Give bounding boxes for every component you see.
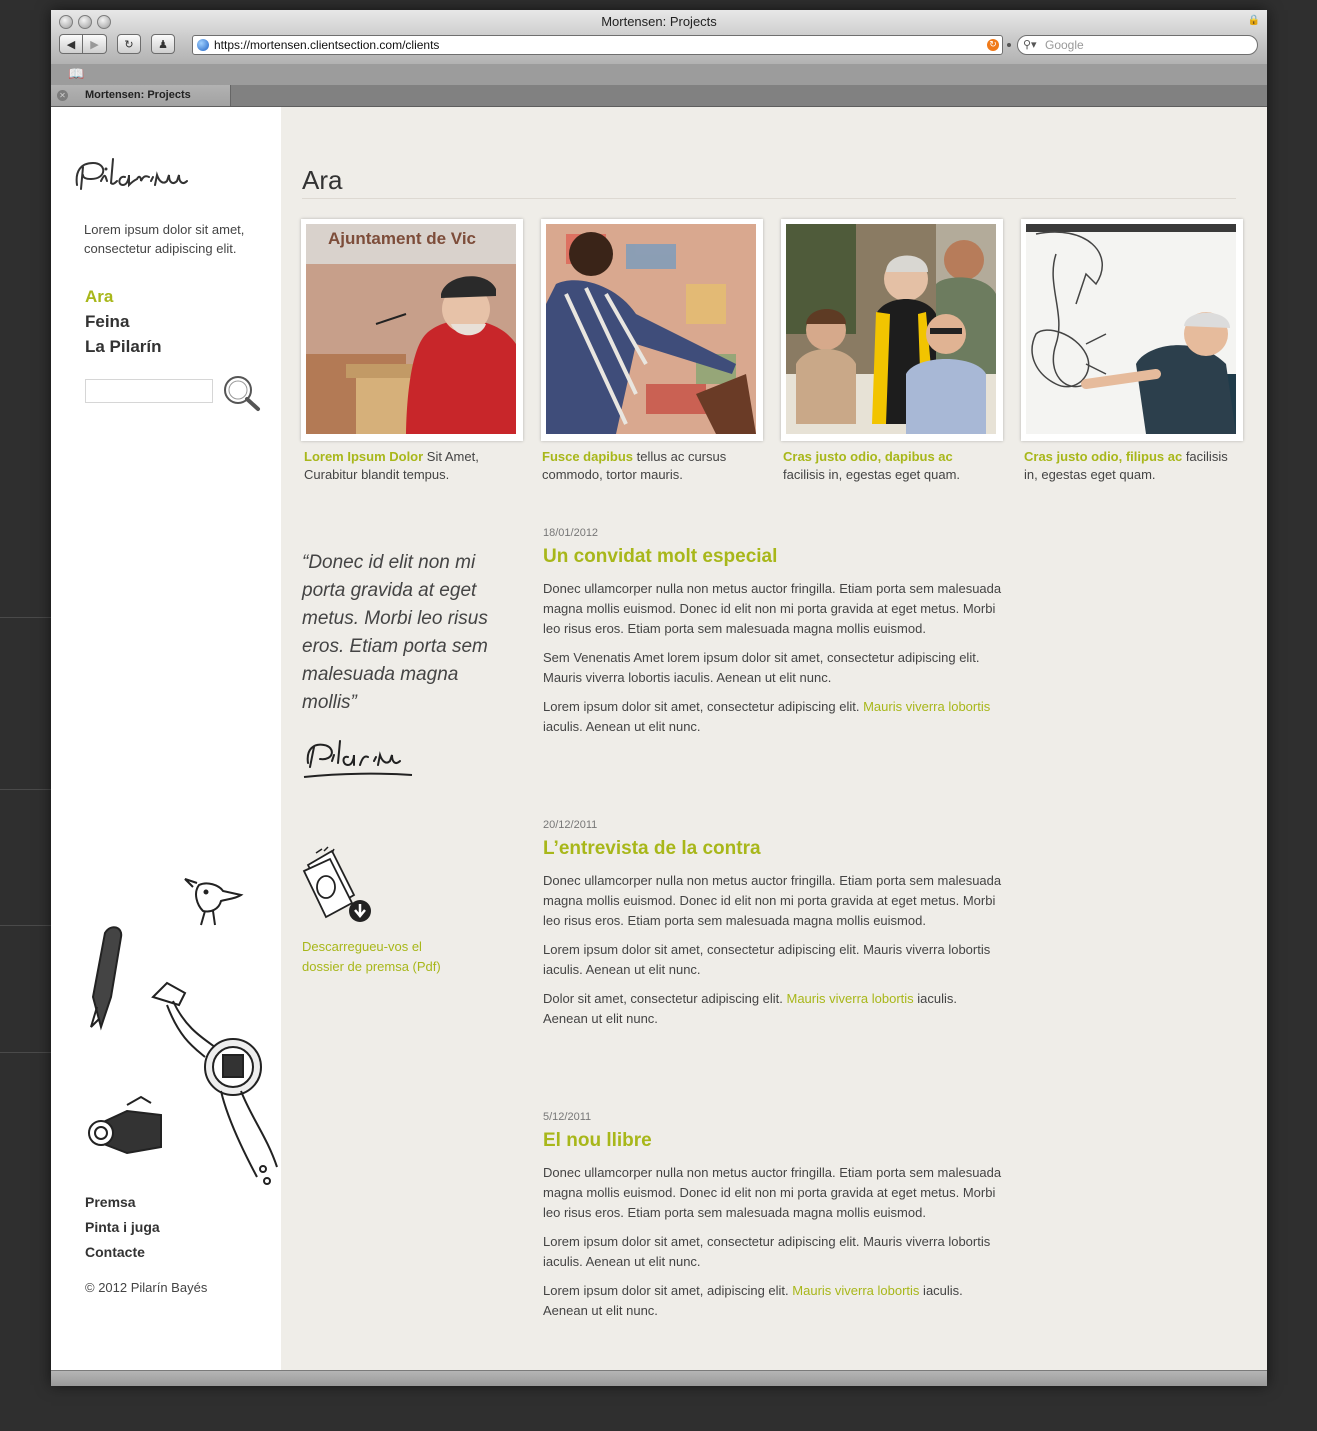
forward-button[interactable]: ▶: [83, 34, 107, 54]
sidebar: Lorem ipsum dolor sit amet, consectetur …: [51, 107, 281, 1370]
gallery-item-3[interactable]: [781, 219, 1003, 441]
photo-drawing[interactable]: [1026, 224, 1236, 434]
post-text: iaculis. Aenean ut elit nunc.: [543, 719, 701, 734]
tab-close-icon[interactable]: ✕: [57, 90, 68, 101]
post-paragraph: Lorem ipsum dolor sit amet, adipiscing e…: [543, 1281, 1003, 1321]
post-2: 20/12/2011 L’entrevista de la contra Don…: [543, 819, 1003, 1038]
back-icon: ◀: [66, 37, 76, 51]
main-nav: Ara Feina La Pilarín: [85, 284, 162, 359]
book-download-icon[interactable]: [302, 845, 377, 930]
gallery-item-1[interactable]: Ajuntament de Vic: [301, 219, 523, 441]
post-link[interactable]: Mauris viverra lobortis: [792, 1283, 919, 1298]
post-1: 18/01/2012 Un convidat molt especial Don…: [543, 527, 1003, 746]
gallery-caption-3: Cras justo odio, dapibus ac facilisis in…: [783, 448, 993, 484]
copyright: © 2012 Pilarín Bayés: [85, 1280, 208, 1295]
tab-bar: ✕ Mortensen: Projects: [51, 85, 1267, 107]
post-date: 20/12/2011: [543, 819, 598, 831]
browser-window: Mortensen: Projects 🔒 ◀ ▶ ↻ ♟ https://mo…: [51, 10, 1267, 1386]
reload-button[interactable]: ↻: [117, 34, 141, 54]
photo-speaker[interactable]: Ajuntament de Vic: [306, 224, 516, 434]
post-text: Dolor sit amet, consectetur adipiscing e…: [543, 991, 787, 1006]
resize-handle[interactable]: [1007, 43, 1011, 47]
bookmarks-bar: 📖: [51, 64, 1267, 86]
gallery-caption-4: Cras justo odio, filipus ac facilisis in…: [1024, 448, 1234, 484]
url-text[interactable]: https://mortensen.clientsection.com/clie…: [214, 38, 439, 52]
footer-item-pinta-i-juga[interactable]: Pinta i juga: [85, 1215, 160, 1240]
post-date: 5/12/2011: [543, 1111, 592, 1123]
forward-icon: ▶: [90, 37, 99, 51]
rss-icon[interactable]: ↻: [987, 39, 999, 51]
title-divider: [302, 198, 1236, 199]
post-title[interactable]: L’entrevista de la contra: [543, 838, 1003, 860]
reload-icon: ↻: [124, 37, 134, 51]
globe-icon: [197, 39, 209, 51]
address-bar[interactable]: https://mortensen.clientsection.com/clie…: [192, 35, 1003, 55]
magnifier-icon[interactable]: [220, 372, 265, 417]
nav-item-feina[interactable]: Feina: [85, 309, 162, 334]
gallery-caption-2-link[interactable]: Fusce dapibus: [542, 449, 633, 464]
photo-speaker-image: Ajuntament de Vic: [306, 224, 516, 434]
site-logo[interactable]: [71, 151, 216, 199]
post-paragraph: Lorem ipsum dolor sit amet, consectetur …: [543, 1234, 991, 1269]
post-paragraph: Donec ullamcorper nulla non metus auctor…: [543, 873, 1002, 928]
page-content: Lorem ipsum dolor sit amet, consectetur …: [51, 107, 1267, 1370]
window-title: Mortensen: Projects: [601, 14, 717, 29]
post-paragraph: Dolor sit amet, consectetur adipiscing e…: [543, 989, 1003, 1029]
tab-label: Mortensen: Projects: [85, 89, 191, 101]
photo-group-image: [786, 224, 996, 434]
photo-group[interactable]: [786, 224, 996, 434]
post-title[interactable]: Un convidat molt especial: [543, 546, 1003, 568]
post-date: 18/01/2012: [543, 527, 599, 539]
post-text: Lorem ipsum dolor sit amet, consectetur …: [543, 699, 864, 714]
main-content: Ara Ajuntament de Vic Lorem Ipsum Dolor …: [281, 107, 1267, 1370]
gallery-item-2[interactable]: [541, 219, 763, 441]
search-icon[interactable]: ⚲▾: [1023, 38, 1037, 51]
bookmarks-icon[interactable]: 📖: [68, 67, 84, 82]
post-paragraph: Lorem ipsum dolor sit amet, consectetur …: [543, 942, 991, 977]
gallery-caption-2: Fusce dapibus tellus ac cursus commodo, …: [542, 448, 752, 484]
back-button[interactable]: ◀: [59, 34, 83, 54]
post-text: Lorem ipsum dolor sit amet, adipiscing e…: [543, 1283, 793, 1298]
nav-item-la-pilarin[interactable]: La Pilarín: [85, 334, 162, 359]
photo-child-painting[interactable]: [546, 224, 756, 434]
photo-speaker-sign: Ajuntament de Vic: [328, 229, 476, 248]
footer-item-premsa[interactable]: Premsa: [85, 1190, 160, 1215]
gallery-caption-1-link[interactable]: Lorem Ipsum Dolor: [304, 449, 423, 464]
gallery-caption-3-link[interactable]: Cras justo odio, dapibus ac: [783, 449, 953, 464]
status-bar: [51, 1370, 1267, 1386]
lock-icon: 🔒: [1247, 15, 1260, 26]
post-title[interactable]: El nou llibre: [543, 1130, 1003, 1152]
gallery-item-4[interactable]: [1021, 219, 1243, 441]
site-search-input[interactable]: [85, 379, 213, 403]
gallery-caption-3-text: facilisis in, egestas eget quam.: [783, 467, 961, 482]
post-paragraph: Sem Venenatis Amet lorem ipsum dolor sit…: [543, 650, 980, 685]
footer-item-contacte[interactable]: Contacte: [85, 1240, 160, 1265]
post-link[interactable]: Mauris viverra lobortis: [863, 699, 990, 714]
home-button[interactable]: ♟: [151, 34, 175, 54]
home-icon: ♟: [158, 37, 168, 51]
tab-active[interactable]: ✕ Mortensen: Projects: [51, 85, 231, 106]
footer-nav: Premsa Pinta i juga Contacte: [85, 1190, 160, 1265]
gallery-caption-1: Lorem Ipsum Dolor Sit Amet, Curabitur bl…: [304, 448, 514, 484]
photo-drawing-image: [1026, 224, 1236, 434]
post-paragraph: Donec ullamcorper nulla non metus auctor…: [543, 1165, 1002, 1220]
photo-child-painting-image: [546, 224, 756, 434]
post-paragraph: Donec ullamcorper nulla non metus auctor…: [543, 581, 1002, 636]
search-field[interactable]: ⚲▾ Google: [1017, 35, 1258, 55]
decorative-illustrations: [88, 878, 278, 1185]
gallery-caption-4-link[interactable]: Cras justo odio, filipus ac: [1024, 449, 1182, 464]
site-tagline: Lorem ipsum dolor sit amet, consectetur …: [84, 222, 245, 256]
press-kit-download-link[interactable]: Descarregueu-vos el dossier de premsa (P…: [302, 937, 462, 976]
pull-quote: “Donec id elit non mi porta gravida at e…: [302, 552, 488, 713]
search-placeholder[interactable]: Google: [1045, 38, 1084, 52]
post-link[interactable]: Mauris viverra lobortis: [787, 991, 914, 1006]
signature: [303, 740, 413, 778]
post-3: 5/12/2011 El nou llibre Donec ullamcorpe…: [543, 1111, 1003, 1330]
nav-item-ara[interactable]: Ara: [85, 284, 162, 309]
page-title: Ara: [302, 165, 343, 195]
post-paragraph: Lorem ipsum dolor sit amet, consectetur …: [543, 697, 1003, 737]
